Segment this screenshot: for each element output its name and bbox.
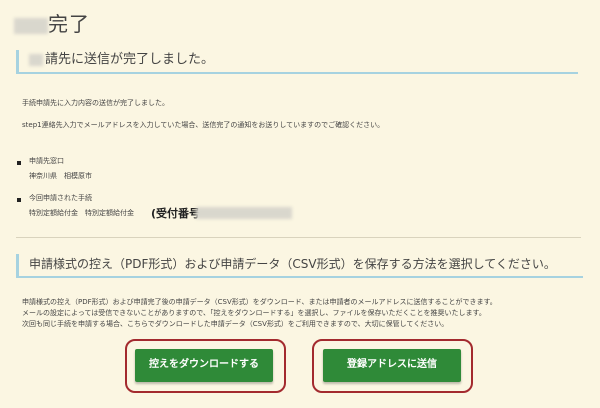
- destination-value: 神奈川県 相模原市: [29, 172, 92, 180]
- sent-notice-heading: 請先に送信が完了しました。: [16, 50, 578, 74]
- save-section-line2: メールの設定によっては受信できないことがありますので、「控えをダウンロードする」…: [22, 309, 486, 317]
- divider: [16, 237, 581, 238]
- save-section-line3: 次回も同じ手続を申請する場合、こちらでダウンロードした申請データ（CSV形式）を…: [22, 320, 449, 328]
- download-copy-button[interactable]: 控えをダウンロードする: [135, 349, 273, 382]
- sent-notice-heading-text: 請先に送信が完了しました。: [45, 52, 215, 67]
- bullet-procedure: [17, 198, 21, 202]
- sent-notice-line2: step1連絡先入力でメールアドレスを入力していた場合、送信完了の通知をお送りし…: [22, 121, 385, 129]
- destination-label: 申請先窓口: [29, 157, 64, 165]
- send-to-registered-address-button[interactable]: 登録アドレスに送信: [323, 349, 461, 382]
- bullet-destination: [17, 161, 21, 165]
- page-title: 完了: [14, 8, 90, 37]
- procedure-value: 特別定額給付金 特別定額給付金: [29, 209, 134, 217]
- page-title-text: 完了: [48, 12, 90, 36]
- save-section-line1: 申請様式の控え（PDF形式）および申請完了後の申請データ（CSV形式）をダウンロ…: [22, 298, 497, 306]
- redacted-receipt-number: [196, 207, 292, 219]
- redacted-text: [14, 17, 48, 34]
- sent-notice-line1: 手続申請先に入力内容の送信が完了しました。: [22, 99, 169, 107]
- procedure-label: 今回申請された手続: [29, 194, 92, 202]
- receipt-number-label: (受付番号: [151, 207, 201, 220]
- save-section-heading: 申請様式の控え（PDF形式）および申請データ（CSV形式）を保存する方法を選択し…: [16, 254, 583, 278]
- redacted-text: [29, 53, 43, 66]
